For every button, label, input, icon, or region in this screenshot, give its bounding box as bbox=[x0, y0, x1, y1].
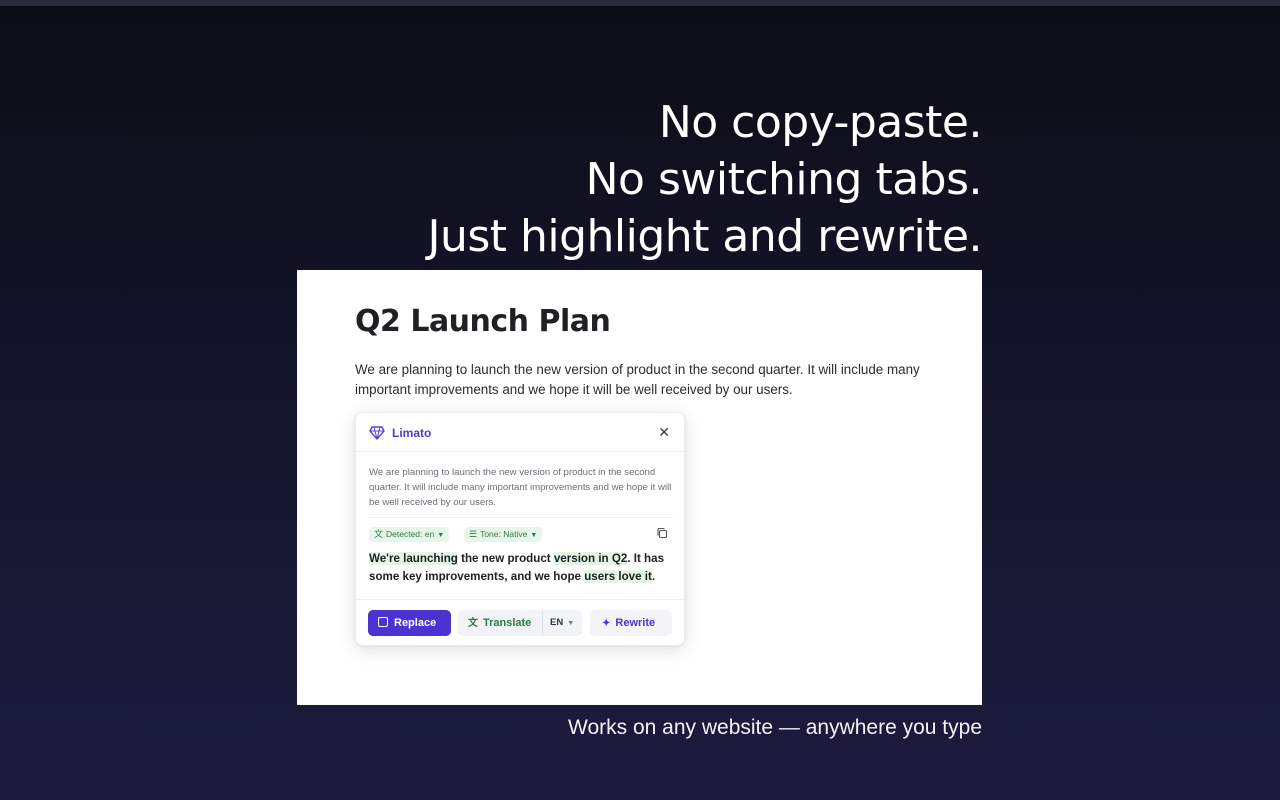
headline-line-1: No copy-paste. bbox=[658, 97, 983, 148]
chevron-down-icon: ▼ bbox=[567, 620, 575, 627]
translate-label: Translate bbox=[483, 617, 532, 629]
replace-button[interactable]: Replace bbox=[368, 610, 451, 636]
original-text: We are planning to launch the new versio… bbox=[369, 467, 672, 508]
language-select[interactable]: EN ▼ bbox=[542, 610, 582, 636]
headline-line-2: No switching tabs. bbox=[585, 154, 983, 205]
translate-icon: 文 bbox=[468, 618, 478, 629]
top-bar bbox=[0, 0, 1280, 6]
diamond-icon bbox=[369, 426, 385, 440]
rewrite-button[interactable]: ✦ Rewrite bbox=[590, 610, 672, 636]
document-body[interactable]: We are planning to launch the new versio… bbox=[355, 360, 945, 400]
rewritten-text: We're launching the new product version … bbox=[369, 550, 675, 586]
headline-line-3: Just highlight and rewrite. bbox=[427, 211, 982, 262]
rewrite-label: Rewrite bbox=[615, 617, 656, 629]
result-part: the new product bbox=[457, 552, 554, 565]
copy-icon[interactable] bbox=[656, 527, 668, 539]
chevron-down-icon: ▼ bbox=[530, 532, 538, 539]
brand-name: Limato bbox=[392, 426, 432, 440]
translate-icon: 文 bbox=[374, 529, 384, 539]
document-preview: Q2 Launch Plan We are planning to launch… bbox=[297, 270, 982, 705]
divider bbox=[369, 517, 673, 518]
sparkle-icon: ✦ bbox=[602, 618, 611, 629]
detected-language-chip[interactable]: 文 Detected: en ▼ bbox=[369, 527, 450, 542]
tone-chip[interactable]: ☰ Tone: Native ▼ bbox=[464, 527, 543, 542]
popup-header: Limato ✕ bbox=[356, 413, 684, 452]
replace-icon bbox=[378, 617, 388, 627]
tone-label: Tone: Native bbox=[480, 529, 528, 539]
document-title: Q2 Launch Plan bbox=[355, 304, 611, 339]
close-icon[interactable]: ✕ bbox=[658, 424, 670, 440]
caption: Works on any website — anywhere you type bbox=[568, 716, 982, 739]
sliders-icon: ☰ bbox=[469, 529, 478, 539]
detected-label: Detected: en bbox=[386, 529, 435, 539]
language-label: EN bbox=[550, 617, 564, 628]
headline: No copy-paste. No switching tabs. Just h… bbox=[427, 94, 982, 265]
result-part: users love it bbox=[584, 570, 652, 583]
divider bbox=[356, 599, 684, 600]
result-part: version in Q2 bbox=[553, 552, 628, 565]
chevron-down-icon: ▼ bbox=[437, 532, 445, 539]
translate-button[interactable]: 文 Translate bbox=[458, 610, 542, 636]
result-part: We're launching bbox=[369, 552, 458, 565]
replace-label: Replace bbox=[394, 617, 437, 629]
limato-popup: Limato ✕ We are planning to launch the n… bbox=[355, 412, 685, 646]
result-part: . bbox=[651, 570, 656, 583]
